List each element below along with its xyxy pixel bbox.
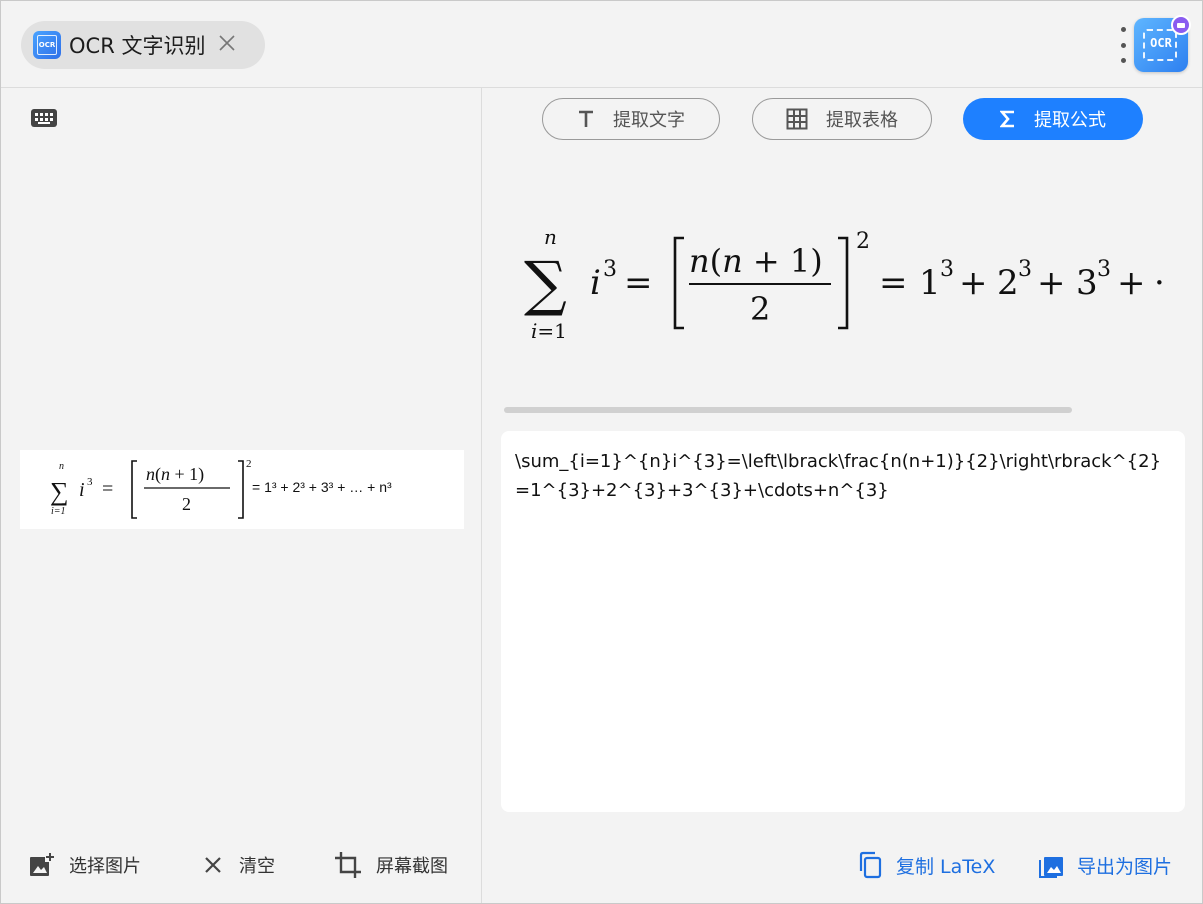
svg-text:3: 3 <box>1018 257 1032 282</box>
tab-extract-text-label: 提取文字 <box>613 110 685 131</box>
svg-text:3: 3 <box>1076 263 1098 303</box>
svg-text:2: 2 <box>997 263 1019 303</box>
tab-ocr[interactable]: OCR OCR 文字识别 <box>21 21 265 69</box>
screenshot-button[interactable]: 屏幕截图 <box>334 847 448 883</box>
svg-text:=: = <box>624 263 653 303</box>
result-actions: 复制 LaTeX 导出为图片 <box>482 827 1202 903</box>
tab-extract-table[interactable]: 提取表格 <box>752 98 932 140</box>
plugin-badge-icon <box>1171 15 1191 35</box>
source-image-preview: n ∑ i=1 i 3 = n(n + 1) 2 2 = 1³ + 2³ + 3… <box>20 450 464 529</box>
export-image-label: 导出为图片 <box>1077 855 1173 878</box>
select-image-button[interactable]: 选择图片 <box>29 847 141 883</box>
title-bar: OCR OCR 文字识别 OCR <box>1 1 1202 88</box>
keyboard-icon[interactable] <box>31 109 57 131</box>
formula-render: n ∑ i=1 i 3 = n(n + 1) 2 2 = 13 + 23 + 3… <box>504 206 1184 356</box>
svg-text:3: 3 <box>940 257 954 282</box>
svg-text:n: n <box>544 225 557 249</box>
svg-text:+: + <box>1037 263 1066 303</box>
table-grid-icon <box>786 108 808 130</box>
add-image-icon <box>30 852 55 876</box>
latex-output[interactable]: \sum_{i=1}^{n}i^{3}=\left\lbrack\frac{n(… <box>501 431 1185 812</box>
input-actions: 选择图片 清空 屏幕截图 <box>1 827 481 903</box>
svg-text:i=1: i=1 <box>531 319 567 343</box>
result-pane: 提取文字 提取表格 提取公式 n ∑ i=1 i 3 = n(n + 1) 2 … <box>482 88 1202 903</box>
tab-extract-table-label: 提取表格 <box>826 110 898 131</box>
svg-text:=: = <box>879 263 908 303</box>
source-image-tail-text: = 1³ + 2³ + 3³ + … + n³ <box>252 479 392 495</box>
select-image-label: 选择图片 <box>69 856 141 877</box>
svg-text:+: + <box>959 263 988 303</box>
svg-text:·: · <box>1154 263 1165 303</box>
svg-text:i=1: i=1 <box>51 506 66 517</box>
svg-text:2: 2 <box>856 229 870 254</box>
tab-extract-text[interactable]: 提取文字 <box>542 98 720 140</box>
copy-latex-button[interactable]: 复制 LaTeX <box>858 847 995 883</box>
clear-label: 清空 <box>239 856 275 877</box>
svg-text:+: + <box>1117 263 1146 303</box>
screenshot-label: 屏幕截图 <box>376 856 448 877</box>
clear-x-icon <box>205 857 221 873</box>
formula-horizontal-scrollbar[interactable] <box>504 407 1072 413</box>
more-menu-icon[interactable] <box>1113 27 1133 63</box>
crop-icon <box>335 852 361 878</box>
app-window: OCR OCR 文字识别 OCR n ∑ i=1 i 3 = n(n + 1) … <box>0 0 1203 904</box>
svg-text:3: 3 <box>1097 257 1111 282</box>
tab-extract-formula-label: 提取公式 <box>1034 110 1106 131</box>
tab-extract-formula[interactable]: 提取公式 <box>963 98 1143 140</box>
svg-text:∑: ∑ <box>50 477 69 506</box>
svg-text:∑: ∑ <box>524 249 567 319</box>
svg-text:1: 1 <box>919 263 941 303</box>
copy-latex-label: 复制 LaTeX <box>896 855 996 878</box>
svg-text:i: i <box>590 263 601 303</box>
clear-button[interactable]: 清空 <box>201 847 275 883</box>
svg-text:3: 3 <box>603 257 617 282</box>
ocr-logo-icon: OCR <box>33 31 61 59</box>
svg-text:n: n <box>59 461 64 472</box>
sigma-icon <box>1000 110 1016 128</box>
tab-title: OCR 文字识别 <box>69 34 206 58</box>
svg-text:2: 2 <box>246 458 252 470</box>
svg-text:3: 3 <box>87 476 93 488</box>
export-image-button[interactable]: 导出为图片 <box>1039 847 1172 883</box>
svg-text:2: 2 <box>182 494 191 514</box>
app-logo-icon[interactable]: OCR <box>1134 15 1191 72</box>
svg-text:i: i <box>79 479 85 501</box>
svg-text:2: 2 <box>750 290 770 328</box>
close-icon[interactable] <box>217 32 237 58</box>
input-pane: n ∑ i=1 i 3 = n(n + 1) 2 2 = 1³ + 2³ + 3… <box>1 88 482 903</box>
svg-text:=: = <box>102 478 113 500</box>
image-icon <box>1039 857 1063 878</box>
text-T-icon <box>577 110 595 128</box>
copy-icon <box>859 851 882 879</box>
svg-text:n(n + 1): n(n + 1) <box>689 242 823 280</box>
svg-text:n(n + 1): n(n + 1) <box>146 464 204 485</box>
